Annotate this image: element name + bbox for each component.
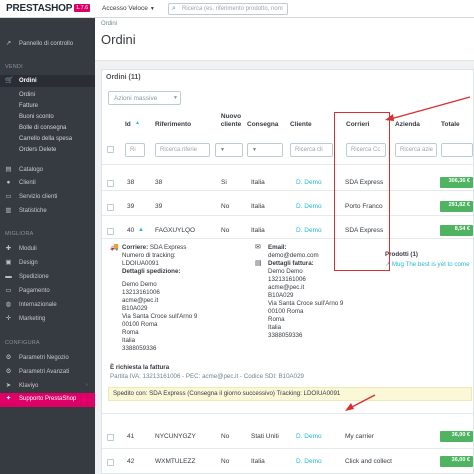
arrow-to-carrier-column bbox=[386, 96, 471, 121]
arrowhead bbox=[345, 403, 354, 411]
arrowhead bbox=[385, 114, 394, 121]
annotation-arrows bbox=[345, 96, 471, 411]
